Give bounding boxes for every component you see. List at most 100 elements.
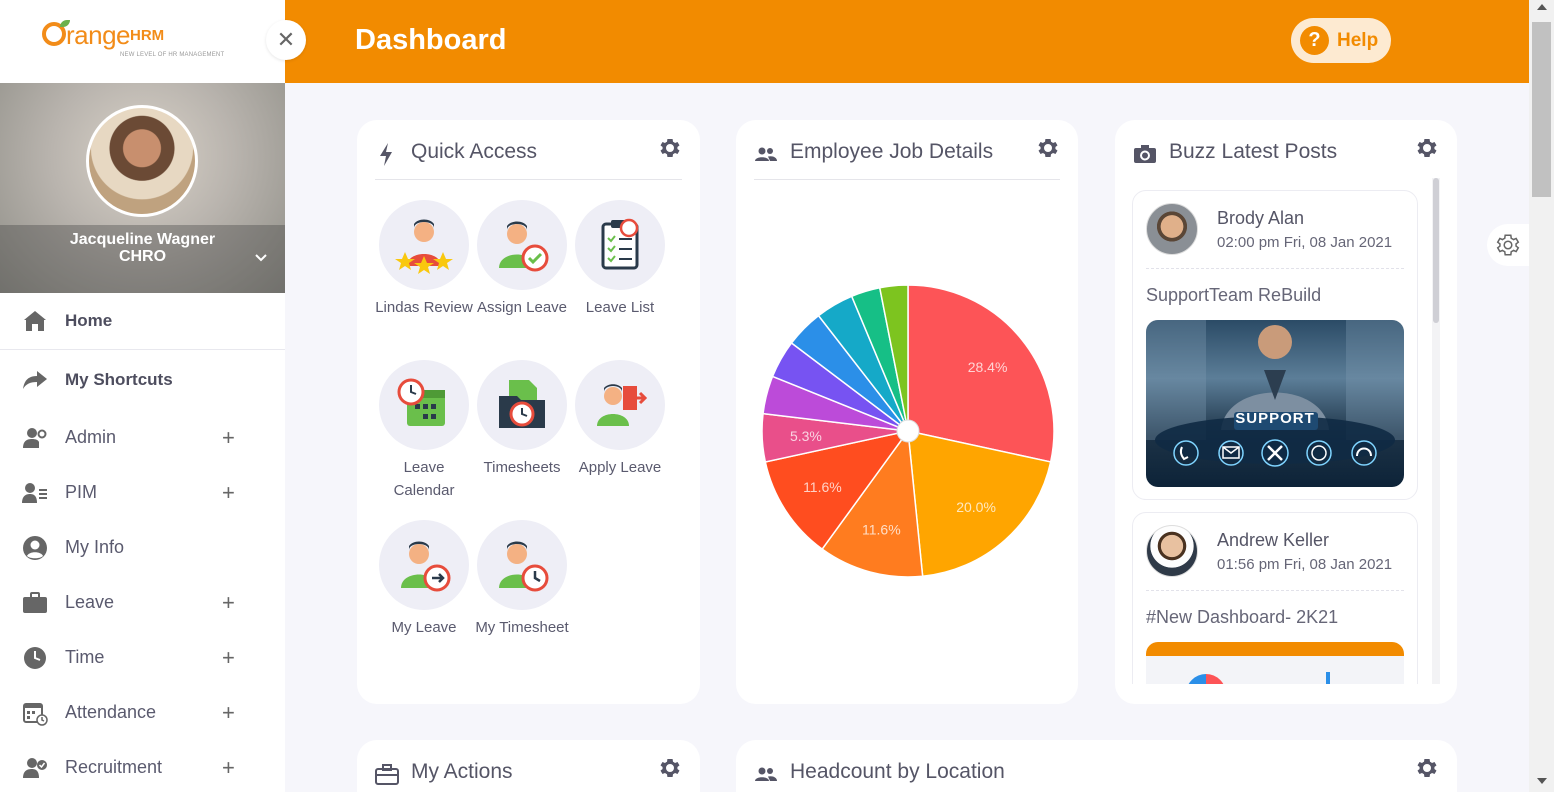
user-clock-icon: [499, 541, 549, 592]
sidebar-item-label: Home: [65, 311, 113, 330]
post-image[interactable]: [1146, 642, 1404, 684]
share-icon: [22, 367, 48, 393]
quick-access-lindas-review[interactable]: Lindas Review: [375, 200, 473, 319]
quick-access-leave-list[interactable]: Leave List: [571, 200, 669, 319]
expand-icon[interactable]: +: [222, 480, 235, 506]
sidebar-item-pim[interactable]: PIM +: [0, 465, 285, 520]
users-icon: [755, 767, 777, 781]
sidebar-item-recruitment[interactable]: Recruitment +: [0, 740, 285, 792]
help-button[interactable]: ? Help: [1291, 18, 1391, 63]
user-list-icon: [22, 480, 48, 506]
user-cog-icon: [22, 425, 48, 451]
sidebar-item-label: My Shortcuts: [65, 370, 173, 389]
expand-icon[interactable]: +: [222, 425, 235, 451]
help-label: Help: [1337, 29, 1379, 51]
briefcase-icon: [375, 764, 399, 785]
quick-access-card: Quick Access Lindas Review Assign Leave …: [357, 120, 700, 704]
lightning-icon: [380, 143, 392, 166]
post-image[interactable]: SUPPORT: [1146, 320, 1404, 487]
sidebar-item-label: Attendance: [65, 702, 157, 722]
my-actions-card: My Actions: [357, 740, 700, 792]
expand-icon[interactable]: +: [222, 645, 235, 671]
sidebar-item-my-info[interactable]: My Info: [0, 520, 285, 575]
settings-float-button[interactable]: [1487, 224, 1529, 266]
gear-icon[interactable]: [1415, 136, 1439, 160]
quick-access-timesheets[interactable]: Timesheets: [473, 360, 571, 479]
card-title: Quick Access: [411, 140, 538, 163]
expand-icon[interactable]: +: [222, 590, 235, 616]
gear-icon[interactable]: [658, 756, 682, 780]
sidebar-item-label: My Info: [65, 537, 125, 557]
card-title: Employee Job Details: [790, 140, 994, 163]
post-image-caption: SUPPORT: [1235, 410, 1315, 427]
quick-access-label: Assign Leave: [476, 299, 568, 316]
post-author[interactable]: Andrew Keller: [1217, 530, 1329, 551]
quick-access-my-leave[interactable]: My Leave: [375, 520, 473, 639]
job-details-pie-chart[interactable]: 28.4% 20.0% 11.6% 11.6% 5.3%: [736, 190, 1078, 670]
calendar-icon: [22, 700, 48, 726]
pie-slice-label: 28.4%: [968, 359, 1008, 375]
expand-icon[interactable]: +: [222, 755, 235, 781]
user-check-icon: [22, 755, 48, 781]
quick-access-apply-leave[interactable]: Apply Leave: [571, 360, 669, 479]
expand-icon[interactable]: +: [222, 700, 235, 726]
scroll-down-arrow-icon[interactable]: [1537, 778, 1547, 784]
user-name: Jacqueline Wagner: [69, 231, 216, 248]
user-logout-icon: [401, 541, 451, 592]
card-title: Headcount by Location: [790, 760, 1005, 783]
post-author[interactable]: Brody Alan: [1217, 208, 1304, 229]
quick-access-my-timesheet[interactable]: My Timesheet: [473, 520, 571, 639]
sidebar-item-attendance[interactable]: Attendance +: [0, 685, 285, 740]
buzz-post[interactable]: Brody Alan 02:00 pm Fri, 08 Jan 2021 Sup…: [1132, 190, 1418, 500]
user-profile: Jacqueline Wagner CHRO: [0, 83, 285, 293]
sidebar-item-time[interactable]: Time +: [0, 630, 285, 685]
avatar[interactable]: [1146, 203, 1198, 255]
quick-access-label: Apply Leave: [578, 459, 662, 476]
gear-icon[interactable]: [658, 136, 682, 160]
gear-icon: [1496, 234, 1520, 256]
buzz-post[interactable]: Andrew Keller 01:56 pm Fri, 08 Jan 2021 …: [1132, 512, 1418, 684]
quick-access-label: Lindas Review: [375, 299, 473, 316]
logo-tagline: NEW LEVEL OF HR MANAGEMENT: [120, 52, 225, 58]
clipboard-list-icon: [601, 218, 639, 270]
quick-access-label: Leave List: [585, 299, 655, 316]
avatar[interactable]: [1146, 525, 1198, 577]
orangehrm-logo: rangeHRM: [42, 19, 164, 51]
gear-icon[interactable]: [1415, 756, 1439, 780]
quick-access-assign-leave[interactable]: Assign Leave: [473, 200, 571, 319]
employee-job-details-card: Employee Job Details 28.4% 20.0% 11.6% 11.6…: [736, 120, 1078, 704]
scroll-thumb[interactable]: [1532, 22, 1551, 197]
avatar: [86, 105, 198, 217]
quick-access-label: My Timesheet: [475, 619, 569, 636]
sidebar-item-label: Admin: [65, 427, 117, 447]
sidebar: rangeHRM NEW LEVEL OF HR MANAGEMENT Jacq…: [0, 0, 285, 792]
post-timestamp: 01:56 pm Fri, 08 Jan 2021: [1217, 556, 1393, 573]
card-title: Buzz Latest Posts: [1169, 140, 1338, 163]
quick-access-label: My Leave: [391, 619, 457, 636]
main-menu: Home My Shortcuts Admin + PIM + My Info …: [0, 293, 285, 792]
sidebar-item-admin[interactable]: Admin +: [0, 410, 285, 465]
scroll-up-arrow-icon[interactable]: [1537, 4, 1547, 10]
sidebar-item-home[interactable]: Home: [0, 293, 285, 350]
buzz-scrollbar-thumb[interactable]: [1433, 178, 1439, 323]
page-scrollbar[interactable]: [1529, 0, 1554, 792]
briefcase-icon: [22, 590, 48, 616]
buzz-latest-posts-card: Buzz Latest Posts Brody Alan 02:00 pm Fr…: [1115, 120, 1457, 704]
close-icon: ✕: [276, 27, 296, 52]
chevron-down-icon[interactable]: [254, 251, 268, 265]
timesheet-folder-icon: [499, 380, 545, 428]
sidebar-item-label: Leave: [65, 592, 115, 612]
quick-access-leave-calendar[interactable]: Leave Calendar: [375, 360, 473, 502]
sidebar-item-label: PIM: [65, 482, 98, 502]
quick-access-label: Timesheets: [483, 459, 561, 476]
logo[interactable]: rangeHRM NEW LEVEL OF HR MANAGEMENT: [0, 0, 285, 83]
review-stars-icon: [395, 219, 453, 274]
sidebar-item-leave[interactable]: Leave +: [0, 575, 285, 630]
users-icon: [755, 147, 777, 161]
support-image-illustration: [1146, 320, 1404, 467]
card-title: My Actions: [411, 760, 513, 783]
pie-slice-label: 20.0%: [956, 499, 996, 515]
sidebar-item-my-shortcuts[interactable]: My Shortcuts: [0, 350, 285, 410]
gear-icon[interactable]: [1036, 136, 1060, 160]
close-sidebar-button[interactable]: ✕: [266, 20, 306, 60]
